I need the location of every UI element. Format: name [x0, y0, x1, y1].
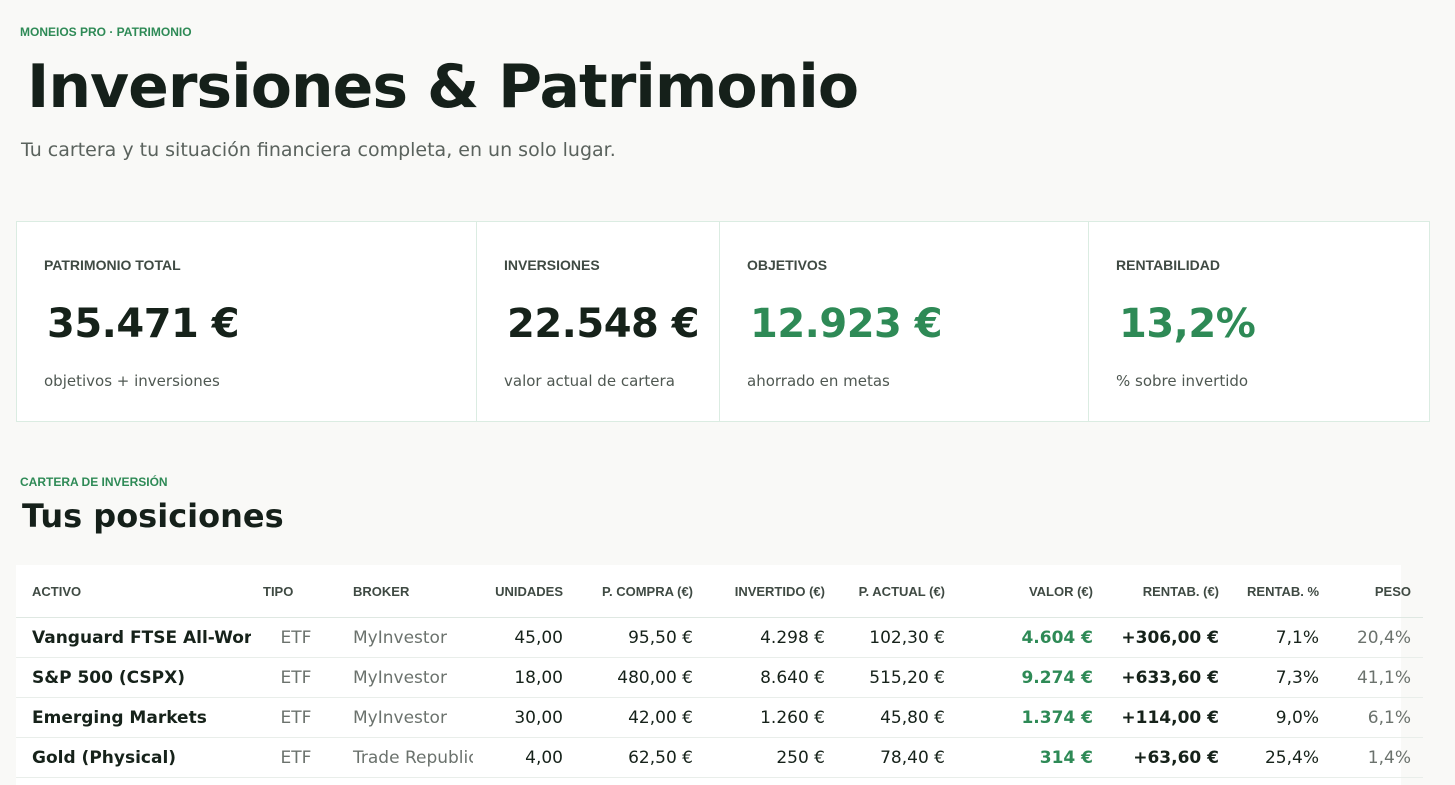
card-rentabilidad: RENTABILIDAD 13,2% % sobre invertido [1089, 222, 1429, 421]
table-row[interactable]: Gold (Physical) ETF Trade Republic 4,00 … [16, 737, 1423, 778]
cell-rentab-pct: 25,4% [1231, 737, 1331, 778]
section-eyebrow: CARTERA DE INVERSIÓN [20, 475, 168, 489]
cell-p-compra: 42,00 € [575, 697, 705, 738]
cell-rentab-eur: +114,00 € [1105, 697, 1231, 738]
card-value: 35.471 € [47, 301, 240, 347]
cell-activo: Gold (Physical) [16, 737, 251, 778]
card-inversiones: INVERSIONES 22.548 € valor actual de car… [477, 222, 720, 421]
col-header-activo[interactable]: ACTIVO [16, 565, 251, 618]
col-header-p-compra[interactable]: P. COMPRA (€) [575, 565, 705, 618]
cell-broker: MyInvestor [341, 617, 473, 658]
cell-rentab-pct: 9,0% [1231, 697, 1331, 738]
cell-activo: S&P 500 (CSPX) [16, 657, 251, 698]
cell-unidades: 4,00 [473, 737, 575, 778]
col-header-rentab-pct[interactable]: RENTAB. % [1231, 565, 1331, 618]
table-row[interactable]: S&P 500 (CSPX) ETF MyInvestor 18,00 480,… [16, 657, 1423, 698]
col-header-rentab-eur[interactable]: RENTAB. (€) [1105, 565, 1231, 618]
positions-table-wrapper: ACTIVO TIPO BROKER UNIDADES P. COMPRA (€… [16, 565, 1423, 785]
cell-unidades: 45,00 [473, 617, 575, 658]
cell-invertido: 8.640 € [705, 657, 837, 698]
cell-p-actual: 515,20 € [837, 657, 957, 698]
cell-valor: 1.374 € [957, 697, 1105, 738]
cell-valor: 9.274 € [957, 657, 1105, 698]
cell-p-compra: 480,00 € [575, 657, 705, 698]
cell-broker: MyInvestor [341, 657, 473, 698]
cell-activo: Vanguard FTSE All-World [16, 617, 251, 658]
card-caption: % sobre invertido [1116, 372, 1249, 390]
card-patrimonio-total: PATRIMONIO TOTAL 35.471 € objetivos + in… [17, 222, 477, 421]
card-value: 13,2% [1119, 301, 1256, 347]
card-label: RENTABILIDAD [1116, 257, 1220, 273]
cell-broker: MyInvestor [341, 697, 473, 738]
table-header-row: ACTIVO TIPO BROKER UNIDADES P. COMPRA (€… [16, 565, 1423, 618]
cell-activo: Emerging Markets [16, 697, 251, 738]
card-objetivos: OBJETIVOS 12.923 € ahorrado en metas [720, 222, 1089, 421]
col-header-unidades[interactable]: UNIDADES [473, 565, 575, 618]
cell-unidades: 18,00 [473, 657, 575, 698]
col-header-tipo[interactable]: TIPO [251, 565, 341, 618]
cell-p-compra: 62,50 € [575, 737, 705, 778]
cell-tipo: ETF [251, 617, 341, 658]
card-caption: objetivos + inversiones [44, 372, 220, 390]
cell-rentab-pct: 7,1% [1231, 617, 1331, 658]
cell-p-actual: 45,80 € [837, 697, 957, 738]
cell-valor: 4.604 € [957, 617, 1105, 658]
col-header-valor[interactable]: VALOR (€) [957, 565, 1105, 618]
col-header-peso[interactable]: PESO [1331, 565, 1423, 618]
table-row[interactable]: Emerging Markets ETF MyInvestor 30,00 42… [16, 697, 1423, 738]
cell-rentab-eur: +633,60 € [1105, 657, 1231, 698]
table-row[interactable]: Vanguard FTSE All-World ETF MyInvestor 4… [16, 617, 1423, 658]
page-title: Inversiones & Patrimonio [27, 52, 859, 122]
cell-tipo: ETF [251, 737, 341, 778]
cell-valor: 314 € [957, 737, 1105, 778]
cell-peso: 6,1% [1331, 697, 1423, 738]
card-value: 12.923 € [750, 301, 943, 347]
cell-rentab-eur: +306,00 € [1105, 617, 1231, 658]
cell-p-actual: 102,30 € [837, 617, 957, 658]
card-caption: ahorrado en metas [747, 372, 890, 390]
cell-p-compra: 95,50 € [575, 617, 705, 658]
cell-peso: 20,4% [1331, 617, 1423, 658]
cell-invertido: 4.298 € [705, 617, 837, 658]
col-header-broker[interactable]: BROKER [341, 565, 473, 618]
card-label: INVERSIONES [504, 257, 600, 273]
card-label: OBJETIVOS [747, 257, 828, 273]
positions-table: ACTIVO TIPO BROKER UNIDADES P. COMPRA (€… [16, 565, 1423, 778]
cell-invertido: 1.260 € [705, 697, 837, 738]
cell-rentab-eur: +63,60 € [1105, 737, 1231, 778]
page-subtitle: Tu cartera y tu situación financiera com… [21, 139, 616, 161]
card-label: PATRIMONIO TOTAL [44, 257, 181, 273]
page-eyebrow: MONEIOS PRO · PATRIMONIO [20, 25, 192, 39]
col-header-p-actual[interactable]: P. ACTUAL (€) [837, 565, 957, 618]
card-value: 22.548 € [507, 301, 700, 347]
cell-broker: Trade Republic [341, 737, 473, 778]
summary-cards: PATRIMONIO TOTAL 35.471 € objetivos + in… [16, 221, 1430, 422]
cell-unidades: 30,00 [473, 697, 575, 738]
cell-p-actual: 78,40 € [837, 737, 957, 778]
card-caption: valor actual de cartera [504, 372, 675, 390]
cell-peso: 41,1% [1331, 657, 1423, 698]
cell-rentab-pct: 7,3% [1231, 657, 1331, 698]
col-header-invertido[interactable]: INVERTIDO (€) [705, 565, 837, 618]
section-title: Tus posiciones [22, 497, 284, 535]
cell-tipo: ETF [251, 657, 341, 698]
cell-tipo: ETF [251, 697, 341, 738]
cell-invertido: 250 € [705, 737, 837, 778]
cell-peso: 1,4% [1331, 737, 1423, 778]
